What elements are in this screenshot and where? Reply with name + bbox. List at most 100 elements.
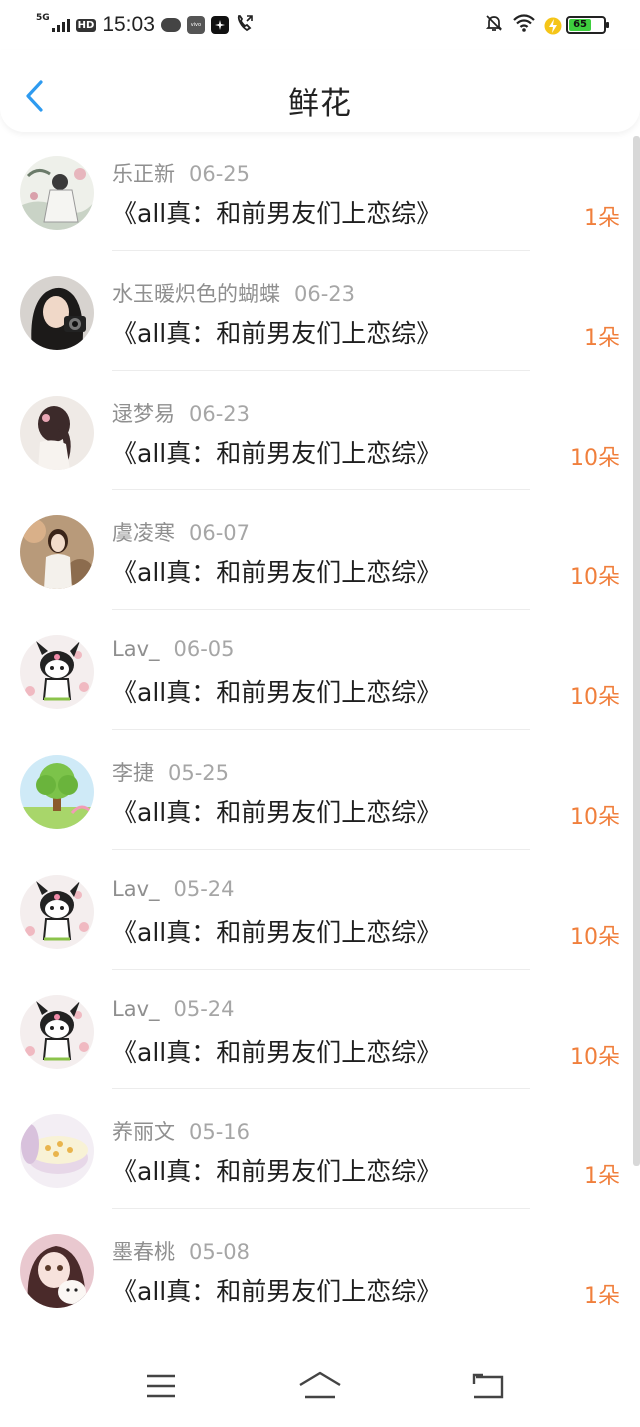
- hd-badge: HD: [75, 18, 97, 32]
- nav-menu-button[interactable]: [136, 1366, 186, 1406]
- row-divider: [112, 728, 530, 730]
- avatar[interactable]: [20, 275, 94, 350]
- header: 鲜花: [0, 50, 640, 132]
- flower-gift-list[interactable]: 乐正新 06-25 《all真：和前男友们上恋综》 1朵 水玉暖炽色的蝴蝶 06-23 《a…: [0, 130, 640, 1330]
- user-name[interactable]: 乐正新: [112, 162, 175, 186]
- flower-count: 10朵: [570, 804, 620, 830]
- phone-call-icon: [235, 13, 255, 37]
- avatar[interactable]: [20, 635, 94, 710]
- gift-meta: Lav_ 05-24: [112, 877, 235, 901]
- user-name[interactable]: 逯梦易: [112, 402, 175, 426]
- list-item[interactable]: 墨春桃 05-08 《all真：和前男友们上恋综》 1朵: [0, 1208, 640, 1328]
- user-name[interactable]: Lav_: [112, 997, 160, 1021]
- home-icon: [299, 1371, 341, 1399]
- gift-meta: 虞凌寒 06-07: [112, 517, 250, 547]
- book-title[interactable]: 《all真：和前男友们上恋综》: [112, 1272, 441, 1308]
- book-title[interactable]: 《all真：和前男友们上恋综》: [112, 793, 441, 829]
- book-title[interactable]: 《all真：和前男友们上恋综》: [112, 553, 441, 589]
- list-item[interactable]: 逯梦易 06-23 《all真：和前男友们上恋综》 10朵: [0, 369, 640, 490]
- vivo-icon: vivo: [186, 16, 205, 34]
- menu-icon: [147, 1374, 175, 1398]
- list-item[interactable]: Lav_ 05-24 《all真：和前男友们上恋综》 10朵: [0, 848, 640, 969]
- signal-icon: [51, 18, 70, 32]
- list-item[interactable]: 乐正新 06-25 《all真：和前男友们上恋综》 1朵: [0, 130, 640, 250]
- avatar[interactable]: [20, 994, 94, 1069]
- book-title[interactable]: 《all真：和前男友们上恋综》: [112, 913, 441, 949]
- row-divider: [112, 489, 530, 491]
- gift-meta: Lav_ 06-05: [112, 637, 235, 661]
- status-time: 15:03: [102, 13, 155, 36]
- user-name[interactable]: Lav_: [112, 877, 160, 901]
- user-name[interactable]: 李捷: [112, 761, 154, 785]
- avatar[interactable]: [20, 1114, 94, 1189]
- avatar[interactable]: [20, 395, 94, 470]
- battery-icon: 65: [566, 16, 609, 34]
- gift-date: 06-25: [189, 162, 251, 186]
- book-title[interactable]: 《all真：和前男友们上恋综》: [112, 314, 441, 350]
- row-divider: [112, 1208, 530, 1210]
- system-nav-bar: [0, 1330, 640, 1427]
- list-item[interactable]: 虞凌寒 06-07 《all真：和前男友们上恋综》 10朵: [0, 489, 640, 609]
- avatar[interactable]: [20, 874, 94, 949]
- book-title[interactable]: 《all真：和前男友们上恋综》: [112, 434, 441, 470]
- gift-date: 05-08: [189, 1240, 251, 1265]
- user-name[interactable]: 墨春桃: [112, 1240, 175, 1264]
- list-item[interactable]: 李捷 05-25 《all真：和前男友们上恋综》 10朵: [0, 728, 640, 849]
- avatar[interactable]: [20, 754, 94, 829]
- page-title: 鲜花: [288, 86, 352, 122]
- gift-meta: 水玉暖炽色的蝴蝶 06-23: [112, 278, 355, 308]
- gift-meta: 养丽文 05-16: [112, 1116, 250, 1146]
- gift-date: 05-25: [168, 760, 230, 785]
- avatar[interactable]: [20, 515, 94, 590]
- book-title[interactable]: 《all真：和前男友们上恋综》: [112, 1033, 441, 1069]
- nav-home-button[interactable]: [295, 1366, 345, 1406]
- row-divider: [112, 1088, 530, 1090]
- avatar[interactable]: [20, 156, 94, 230]
- back-icon: [472, 1373, 504, 1399]
- gift-meta: 李捷 05-25: [112, 757, 229, 787]
- book-title[interactable]: 《all真：和前男友们上恋综》: [112, 1152, 441, 1188]
- flower-count: 1朵: [584, 325, 620, 351]
- status-left: 5G HD 15:03 vivo: [36, 10, 255, 40]
- wifi-icon: [512, 13, 536, 37]
- scrollbar[interactable]: [633, 136, 640, 1166]
- book-title[interactable]: 《all真：和前男友们上恋综》: [112, 673, 441, 709]
- book-title[interactable]: 《all真：和前男友们上恋综》: [112, 194, 441, 230]
- list-item[interactable]: 水玉暖炽色的蝴蝶 06-23 《all真：和前男友们上恋综》 1朵: [0, 249, 640, 370]
- gift-date: 05-16: [189, 1120, 251, 1145]
- row-divider: [112, 609, 530, 611]
- gift-date: 05-24: [173, 996, 235, 1021]
- gift-date: 06-23: [189, 401, 251, 426]
- mute-bell-icon: [484, 13, 504, 37]
- avatar[interactable]: [20, 1234, 94, 1309]
- gift-meta: Lav_ 05-24: [112, 997, 235, 1021]
- flower-count: 10朵: [570, 685, 620, 711]
- nav-back-button[interactable]: [463, 1366, 513, 1406]
- flower-count: 10朵: [570, 445, 620, 471]
- flower-count: 1朵: [584, 1284, 620, 1310]
- sparkle-app-icon: [210, 16, 229, 34]
- gift-meta: 逯梦易 06-23: [112, 398, 250, 428]
- list-item[interactable]: Lav_ 05-24 《all真：和前男友们上恋综》 10朵: [0, 968, 640, 1089]
- list-item[interactable]: Lav_ 06-05 《all真：和前男友们上恋综》 10朵: [0, 609, 640, 729]
- user-name[interactable]: Lav_: [112, 637, 160, 661]
- gift-date: 06-07: [189, 521, 251, 546]
- flower-count: 1朵: [584, 206, 620, 231]
- vivo-label: vivo: [190, 22, 202, 28]
- user-name[interactable]: 虞凌寒: [112, 521, 175, 545]
- gift-meta: 墨春桃 05-08: [112, 1236, 250, 1266]
- list-item[interactable]: 养丽文 05-16 《all真：和前男友们上恋综》 1朵: [0, 1088, 640, 1208]
- user-name[interactable]: 养丽文: [112, 1120, 175, 1144]
- network-type: 5G: [36, 13, 50, 23]
- gift-date: 05-24: [173, 876, 235, 901]
- status-right: 65: [484, 12, 609, 38]
- charging-icon: [544, 16, 562, 35]
- gift-date: 06-05: [173, 637, 235, 662]
- gift-meta: 乐正新 06-25: [112, 158, 250, 188]
- row-divider: [112, 369, 530, 371]
- battery-level: 65: [569, 19, 592, 31]
- row-divider: [112, 968, 530, 970]
- flower-count: 10朵: [570, 1044, 620, 1070]
- user-name[interactable]: 水玉暖炽色的蝴蝶: [112, 282, 280, 306]
- row-divider: [112, 249, 530, 251]
